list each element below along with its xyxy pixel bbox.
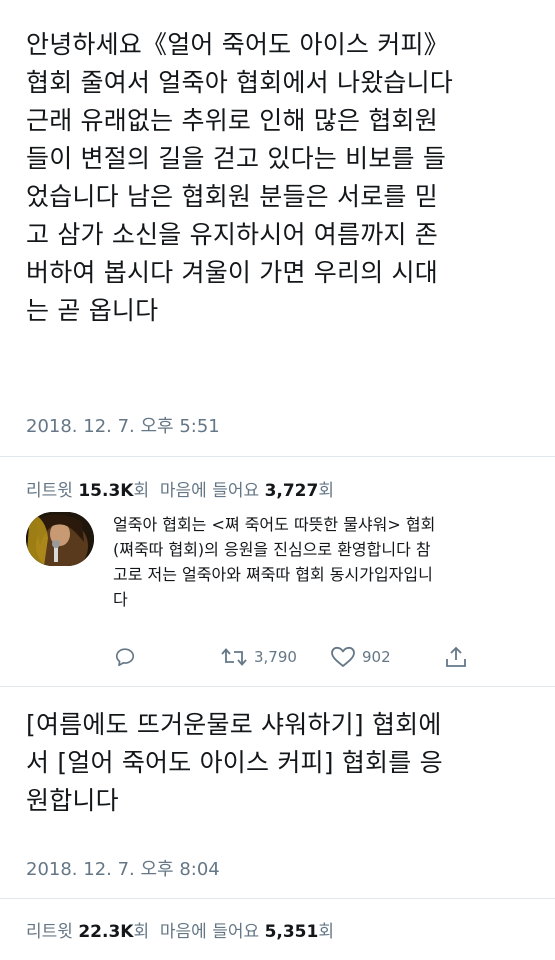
heart-icon [331,646,355,667]
reply-line: 고로 저는 얼죽아와 쪄죽따 협회 동시가입자입니 [113,565,433,584]
tweet-1-text: 안녕하세요《얼어 죽어도 아이스 커피》 협회 줄여서 얼죽아 협회에서 나왔습… [26,26,546,330]
retweet-stat[interactable]: 리트윗 15.3K회 [26,481,149,501]
retweet-label: 리트윗 [26,481,73,501]
like-stat[interactable]: 마음에 들어요 5,351회 [160,922,334,942]
tweet-1-timestamp[interactable]: 2018. 12. 7. 오후 5:51 [26,412,220,438]
tweet-1-line: 들이 변절의 길을 걷고 있다는 비보를 들 [26,144,447,173]
avatar-image [26,512,94,566]
tweet-2-line: [여름에도 뜨거운물로 샤워하기] 협회에 [26,710,442,739]
count-suffix: 회 [318,922,334,942]
tweet-1-line: 근래 유래없는 추위로 인해 많은 협회원 [26,106,438,135]
like-stat[interactable]: 마음에 들어요 3,727회 [160,481,334,501]
tweet-1-line: 버하여 봅시다 겨울이 가면 우리의 시대 [26,258,438,287]
reply-button[interactable] [114,643,136,671]
retweet-stat[interactable]: 리트윗 22.3K회 [26,922,149,942]
tweet-1-line: 협회 줄여서 얼죽아 협회에서 나왔습니다 [26,68,453,97]
retweet-count: 15.3K [78,481,134,501]
tweet-1-stats: 리트윗 15.3K회 마음에 들어요 3,727회 [26,476,334,501]
divider [0,898,555,899]
tweet-1-line: 고 삼가 소신을 유지하시어 여름까지 존 [26,220,438,249]
tweet-2-timestamp[interactable]: 2018. 12. 7. 오후 8:04 [26,855,220,881]
tweet-2-line: 원합니다 [26,786,119,815]
retweet-count: 3,790 [254,648,297,666]
tweet-2-text: [여름에도 뜨거운물로 샤워하기] 협회에 서 [얼어 죽어도 아이스 커피] … [26,706,546,820]
reply-line: 얼죽아 협회는 <쪄 죽어도 따뜻한 물샤워> 협회 [113,515,436,534]
reply-line: (쪄죽따 협회)의 응원을 진심으로 환영합니다 참 [113,540,431,559]
tweet-1-line: 안녕하세요《얼어 죽어도 아이스 커피》 [26,30,449,59]
like-count: 5,351 [264,922,319,942]
avatar[interactable] [26,512,94,566]
reply-line: 다 [113,590,128,609]
retweet-count: 22.3K [78,922,134,942]
retweet-button[interactable]: 3,790 [220,643,297,671]
tweet-1-line: 는 곧 옵니다 [26,296,159,325]
reply-text: 얼죽아 협회는 <쪄 죽어도 따뜻한 물샤워> 협회 (쪄죽따 협회)의 응원을… [113,512,533,612]
like-label: 마음에 들어요 [159,481,260,501]
share-icon [446,646,466,667]
count-suffix: 회 [318,481,334,501]
retweet-icon [221,648,247,666]
tweet-1-line: 었습니다 남은 협회원 분들은 서로를 믿 [26,182,438,211]
count-suffix: 회 [133,922,150,942]
reply-icon [115,648,135,667]
like-label: 마음에 들어요 [159,922,260,942]
retweet-label: 리트윗 [26,922,73,942]
tweet-2-stats: 리트윗 22.3K회 마음에 들어요 5,351회 [26,917,334,942]
divider [0,456,555,457]
share-button[interactable] [444,643,468,671]
like-count: 3,727 [264,481,319,501]
tweet-2-line: 서 [얼어 죽어도 아이스 커피] 협회를 응 [26,748,443,777]
divider [0,686,555,687]
like-button[interactable]: 902 [330,643,391,671]
reply-actions: 3,790 902 [0,643,555,671]
like-count: 902 [362,648,391,666]
count-suffix: 회 [133,481,150,501]
